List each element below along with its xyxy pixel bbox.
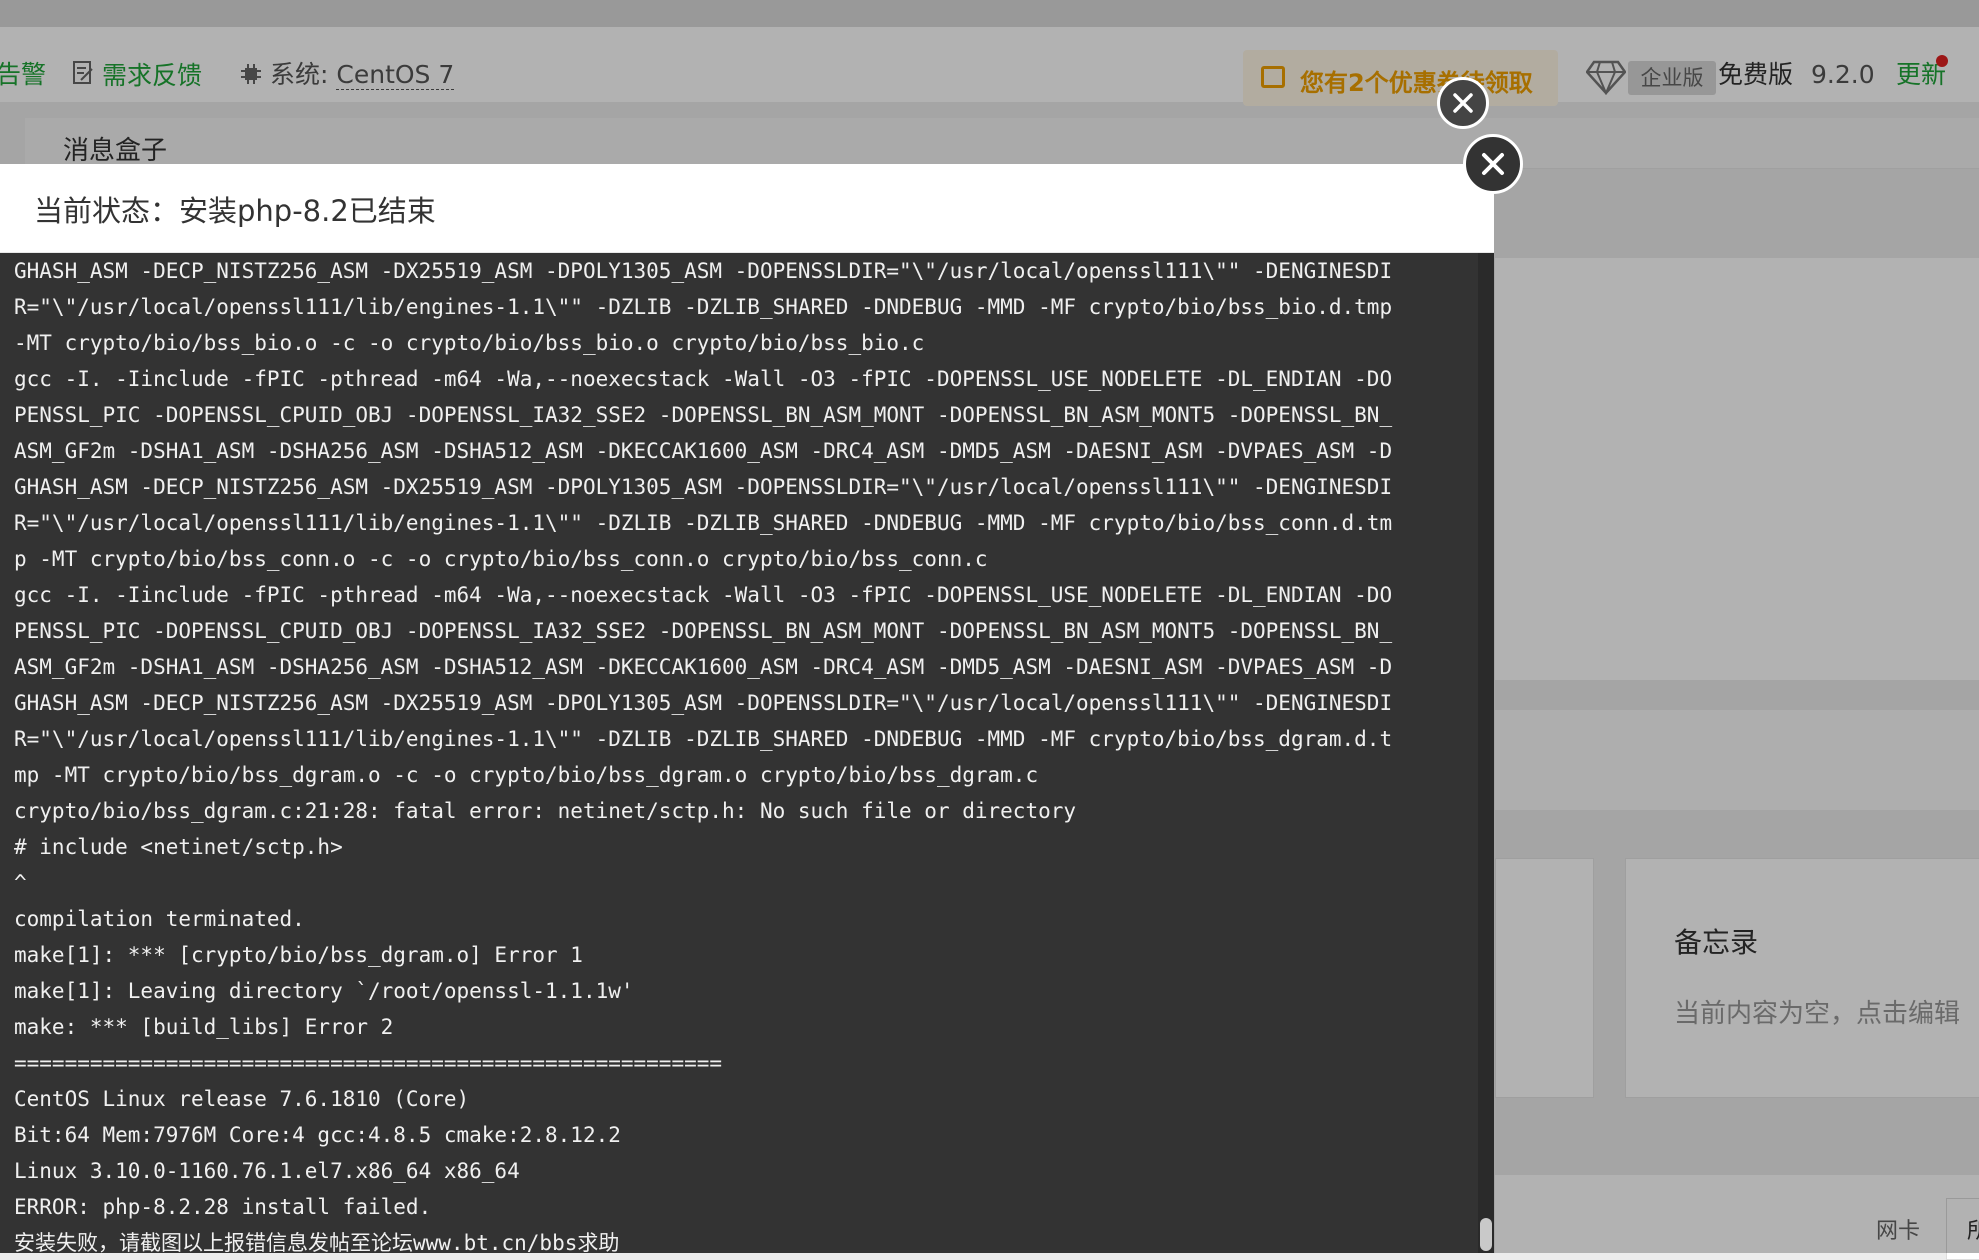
log-line: mp -MT crypto/bio/bss_dgram.o -c -o cryp… — [14, 763, 1039, 787]
modal-close-button[interactable] — [1463, 134, 1523, 194]
log-line: Bit:64 Mem:7976M Core:4 gcc:4.8.5 cmake:… — [14, 1123, 621, 1147]
log-line: PENSSL_PIC -DOPENSSL_CPUID_OBJ -DOPENSSL… — [14, 403, 1393, 427]
log-line: p -MT crypto/bio/bss_conn.o -c -o crypto… — [14, 547, 988, 571]
modal-header: 当前状态：安装php-8.2已结束 — [0, 164, 1494, 253]
log-line: -MT crypto/bio/bss_bio.o -c -o crypto/bi… — [14, 331, 925, 355]
log-line: make[1]: *** [crypto/bio/bss_dgram.o] Er… — [14, 943, 583, 967]
log-line: crypto/bio/bss_dgram.c:21:28: fatal erro… — [14, 799, 1077, 823]
log-line: GHASH_ASM -DECP_NISTZ256_ASM -DX25519_AS… — [14, 691, 1393, 715]
log-line: make[1]: Leaving directory `/root/openss… — [14, 979, 634, 1003]
log-line: make: *** [build_libs] Error 2 — [14, 1015, 394, 1039]
install-log-modal: 当前状态：安装php-8.2已结束 GHASH_ASM -DECP_NISTZ2… — [0, 164, 1494, 1253]
log-scrollbar[interactable] — [1478, 253, 1494, 1253]
log-line: 安装失败，请截图以上报错信息发帖至论坛www.bt.cn/bbs求助 — [14, 1231, 620, 1253]
log-line: ERROR: php-8.2.28 install failed. — [14, 1195, 432, 1219]
log-line: Linux 3.10.0-1160.76.1.el7.x86_64 x86_64 — [14, 1159, 520, 1183]
log-scrollbar-thumb[interactable] — [1480, 1218, 1492, 1251]
log-line: R="\"/usr/local/openssl111/lib/engines-1… — [14, 727, 1393, 751]
log-line: gcc -I. -Iinclude -fPIC -pthread -m64 -W… — [14, 583, 1393, 607]
modal-title: 当前状态：安装php-8.2已结束 — [34, 194, 436, 228]
log-line: GHASH_ASM -DECP_NISTZ256_ASM -DX25519_AS… — [14, 475, 1393, 499]
message-box-close-button[interactable] — [1437, 77, 1489, 129]
log-line: gcc -I. -Iinclude -fPIC -pthread -m64 -W… — [14, 367, 1393, 391]
log-text: GHASH_ASM -DECP_NISTZ256_ASM -DX25519_AS… — [14, 253, 1474, 1253]
log-line: compilation terminated. — [14, 907, 305, 931]
log-line: ^ — [14, 871, 27, 895]
log-line: ASM_GF2m -DSHA1_ASM -DSHA256_ASM -DSHA51… — [14, 439, 1393, 463]
log-line: R="\"/usr/local/openssl111/lib/engines-1… — [14, 511, 1393, 535]
log-line: GHASH_ASM -DECP_NISTZ256_ASM -DX25519_AS… — [14, 259, 1393, 283]
log-line: ========================================… — [14, 1051, 723, 1075]
log-line: R="\"/usr/local/openssl111/lib/engines-1… — [14, 295, 1393, 319]
log-line: # include <netinet/sctp.h> — [14, 835, 343, 859]
log-line: PENSSL_PIC -DOPENSSL_CPUID_OBJ -DOPENSSL… — [14, 619, 1393, 643]
log-line: CentOS Linux release 7.6.1810 (Core) — [14, 1087, 470, 1111]
install-log[interactable]: GHASH_ASM -DECP_NISTZ256_ASM -DX25519_AS… — [0, 253, 1494, 1253]
log-line: ASM_GF2m -DSHA1_ASM -DSHA256_ASM -DSHA51… — [14, 655, 1393, 679]
